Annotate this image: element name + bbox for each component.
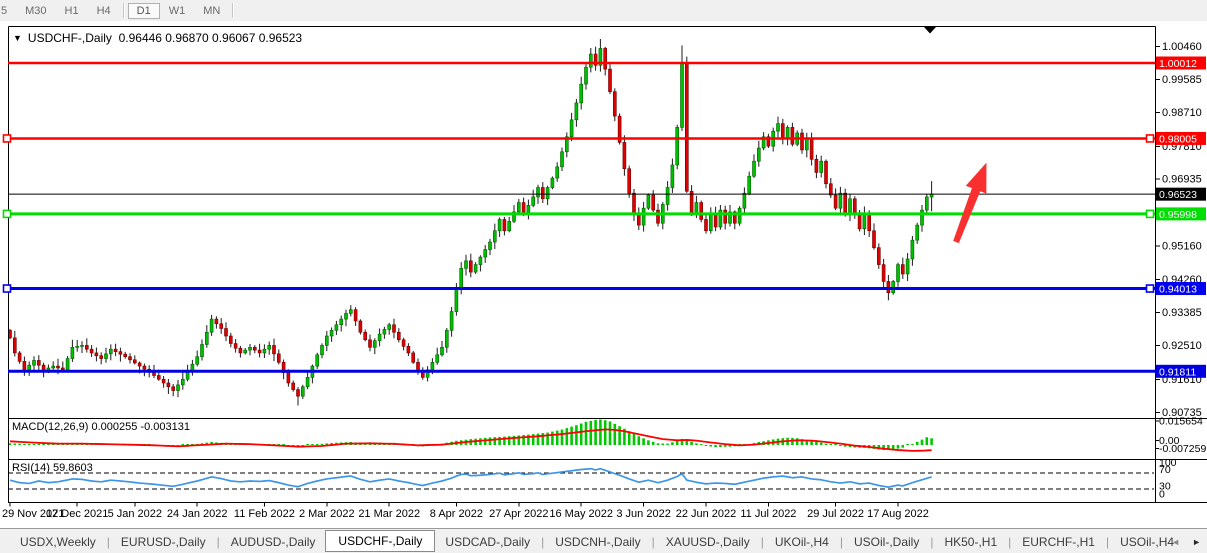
date-tick-label: 8 Apr 2022 bbox=[430, 508, 483, 520]
chart-tab-xauusd-daily[interactable]: XAUUSD-,Daily bbox=[656, 532, 760, 552]
period-button-5[interactable]: 5 bbox=[0, 3, 16, 19]
toolbar-separator bbox=[123, 3, 125, 18]
period-button-mn[interactable]: MN bbox=[194, 3, 229, 19]
chart-title: ▼ USDCHF-,Daily 0.96446 0.96870 0.96067 0… bbox=[13, 31, 302, 45]
svg-text:1.00012: 1.00012 bbox=[1159, 58, 1197, 70]
chevron-down-icon: ▼ bbox=[13, 33, 22, 43]
date-tick-label: 21 Mar 2022 bbox=[358, 508, 420, 520]
price-tick-label: 0.99585 bbox=[1162, 74, 1202, 86]
price-badge-0.95998: 0.95998 bbox=[1156, 207, 1206, 221]
period-button-h1[interactable]: H1 bbox=[56, 3, 88, 19]
chart-tab-usdcnh-daily[interactable]: USDCNH-,Daily bbox=[545, 532, 650, 552]
date-tick-label: 17 Aug 2022 bbox=[867, 508, 929, 520]
price-badge-0.96523: 0.96523 bbox=[1156, 188, 1206, 202]
svg-text:0.98005: 0.98005 bbox=[1159, 133, 1197, 145]
period-button-d1[interactable]: D1 bbox=[128, 3, 160, 19]
price-tick-label: 0.95160 bbox=[1162, 240, 1202, 252]
period-button-h4[interactable]: H4 bbox=[88, 3, 120, 19]
period-button-m30[interactable]: M30 bbox=[16, 3, 55, 19]
price-tick-label: 0.92510 bbox=[1162, 340, 1202, 352]
chart-tab-hk50-h1[interactable]: HK50-,H1 bbox=[934, 532, 1007, 552]
price-tick-label: 1.00460 bbox=[1162, 41, 1202, 53]
price-axis: 1.004600.995850.987100.978100.969350.951… bbox=[1156, 41, 1206, 500]
date-axis: 29 Nov 202117 Dec 20215 Jan 202224 Jan 2… bbox=[2, 503, 929, 521]
chart-tab-usdx-weekly[interactable]: USDX,Weekly bbox=[10, 532, 106, 552]
price-badge-1.00012: 1.00012 bbox=[1156, 57, 1206, 71]
date-tick-label: 29 Jul 2022 bbox=[807, 508, 864, 520]
price-badge-0.98005: 0.98005 bbox=[1156, 132, 1206, 146]
symbol-tab-bar: USDX,Weekly|EURUSD-,Daily|AUDUSD-,DailyU… bbox=[0, 528, 1207, 553]
timeframe-toolbar: 5M30H1H4 D1W1MN bbox=[0, 0, 1207, 22]
rsi-axis-label: 70 bbox=[1159, 464, 1171, 476]
tab-scroll-left-icon[interactable]: ◄ bbox=[1171, 537, 1180, 547]
svg-text:0.95998: 0.95998 bbox=[1159, 209, 1197, 221]
chart-tab-ukoil-h4[interactable]: UKOil-,H4 bbox=[765, 532, 839, 552]
price-tick-label: 0.96935 bbox=[1162, 174, 1202, 186]
macd-indicator-label: MACD(12,26,9) 0.000255 -0.003131 bbox=[12, 421, 190, 433]
rsi-pane bbox=[8, 469, 1155, 490]
date-tick-label: 11 Feb 2022 bbox=[234, 508, 295, 520]
chart-symbol-label: USDCHF-,Daily bbox=[28, 31, 112, 45]
date-tick-label: 11 Jul 2022 bbox=[740, 508, 796, 520]
svg-text:0.96523: 0.96523 bbox=[1159, 189, 1197, 201]
tab-scroll-right-icon[interactable]: ► bbox=[1192, 537, 1201, 547]
candlestick-series bbox=[9, 39, 934, 406]
date-tick-label: 27 Apr 2022 bbox=[489, 508, 548, 520]
rsi-axis-label: 0 bbox=[1159, 489, 1165, 501]
chart-tab-eurusd-daily[interactable]: EURUSD-,Daily bbox=[111, 532, 216, 552]
toolbar-separator bbox=[232, 3, 234, 18]
mt4-terminal: 5M30H1H4D1W1MN 1.004600.995850.987100.97… bbox=[0, 0, 1207, 553]
price-badge-0.94013: 0.94013 bbox=[1156, 282, 1206, 296]
chart-tab-eurchf-h1[interactable]: EURCHF-,H1 bbox=[1012, 532, 1105, 552]
period-button-w1[interactable]: W1 bbox=[160, 3, 195, 19]
price-badge-0.91811: 0.91811 bbox=[1156, 365, 1206, 379]
date-tick-label: 22 Jun 2022 bbox=[676, 508, 737, 520]
date-tick-label: 5 Jan 2022 bbox=[108, 508, 162, 520]
chart-tab-usoil-daily[interactable]: USOil-,Daily bbox=[844, 532, 929, 552]
chart-tab-usdchf-daily[interactable]: USDCHF-,Daily bbox=[325, 530, 435, 552]
price-tick-label: 0.98710 bbox=[1162, 107, 1202, 119]
price-chart-canvas[interactable]: 1.004600.995850.987100.978100.969350.951… bbox=[0, 21, 1207, 528]
trend-arrow-annotation[interactable] bbox=[946, 159, 997, 246]
chart-tab-audusd-daily[interactable]: AUDUSD-,Daily bbox=[221, 532, 326, 552]
svg-text:0.91811: 0.91811 bbox=[1159, 366, 1196, 378]
date-tick-label: 24 Jan 2022 bbox=[167, 508, 228, 520]
date-tick-label: 3 Jun 2022 bbox=[616, 508, 670, 520]
price-tick-label: 0.93385 bbox=[1162, 307, 1202, 319]
chart-tab-usdcad-daily[interactable]: USDCAD-,Daily bbox=[435, 532, 540, 552]
date-tick-label: 16 May 2022 bbox=[549, 508, 613, 520]
chart-ohlc-values: 0.96446 0.96870 0.96067 0.96523 bbox=[119, 31, 303, 45]
date-tick-label: 17 Dec 2021 bbox=[46, 508, 108, 520]
rsi-line bbox=[10, 469, 932, 487]
svg-text:0.94013: 0.94013 bbox=[1159, 284, 1197, 296]
macd-axis-label: 0.015654 bbox=[1159, 416, 1203, 428]
macd-axis-label: -0.007259 bbox=[1159, 443, 1206, 455]
chart-shift-marker-icon[interactable] bbox=[924, 27, 936, 34]
rsi-indicator-label: RSI(14) 59.8603 bbox=[12, 462, 93, 474]
chart-surface[interactable]: 1.004600.995850.987100.978100.969350.951… bbox=[0, 21, 1207, 528]
date-tick-label: 2 Mar 2022 bbox=[299, 508, 355, 520]
